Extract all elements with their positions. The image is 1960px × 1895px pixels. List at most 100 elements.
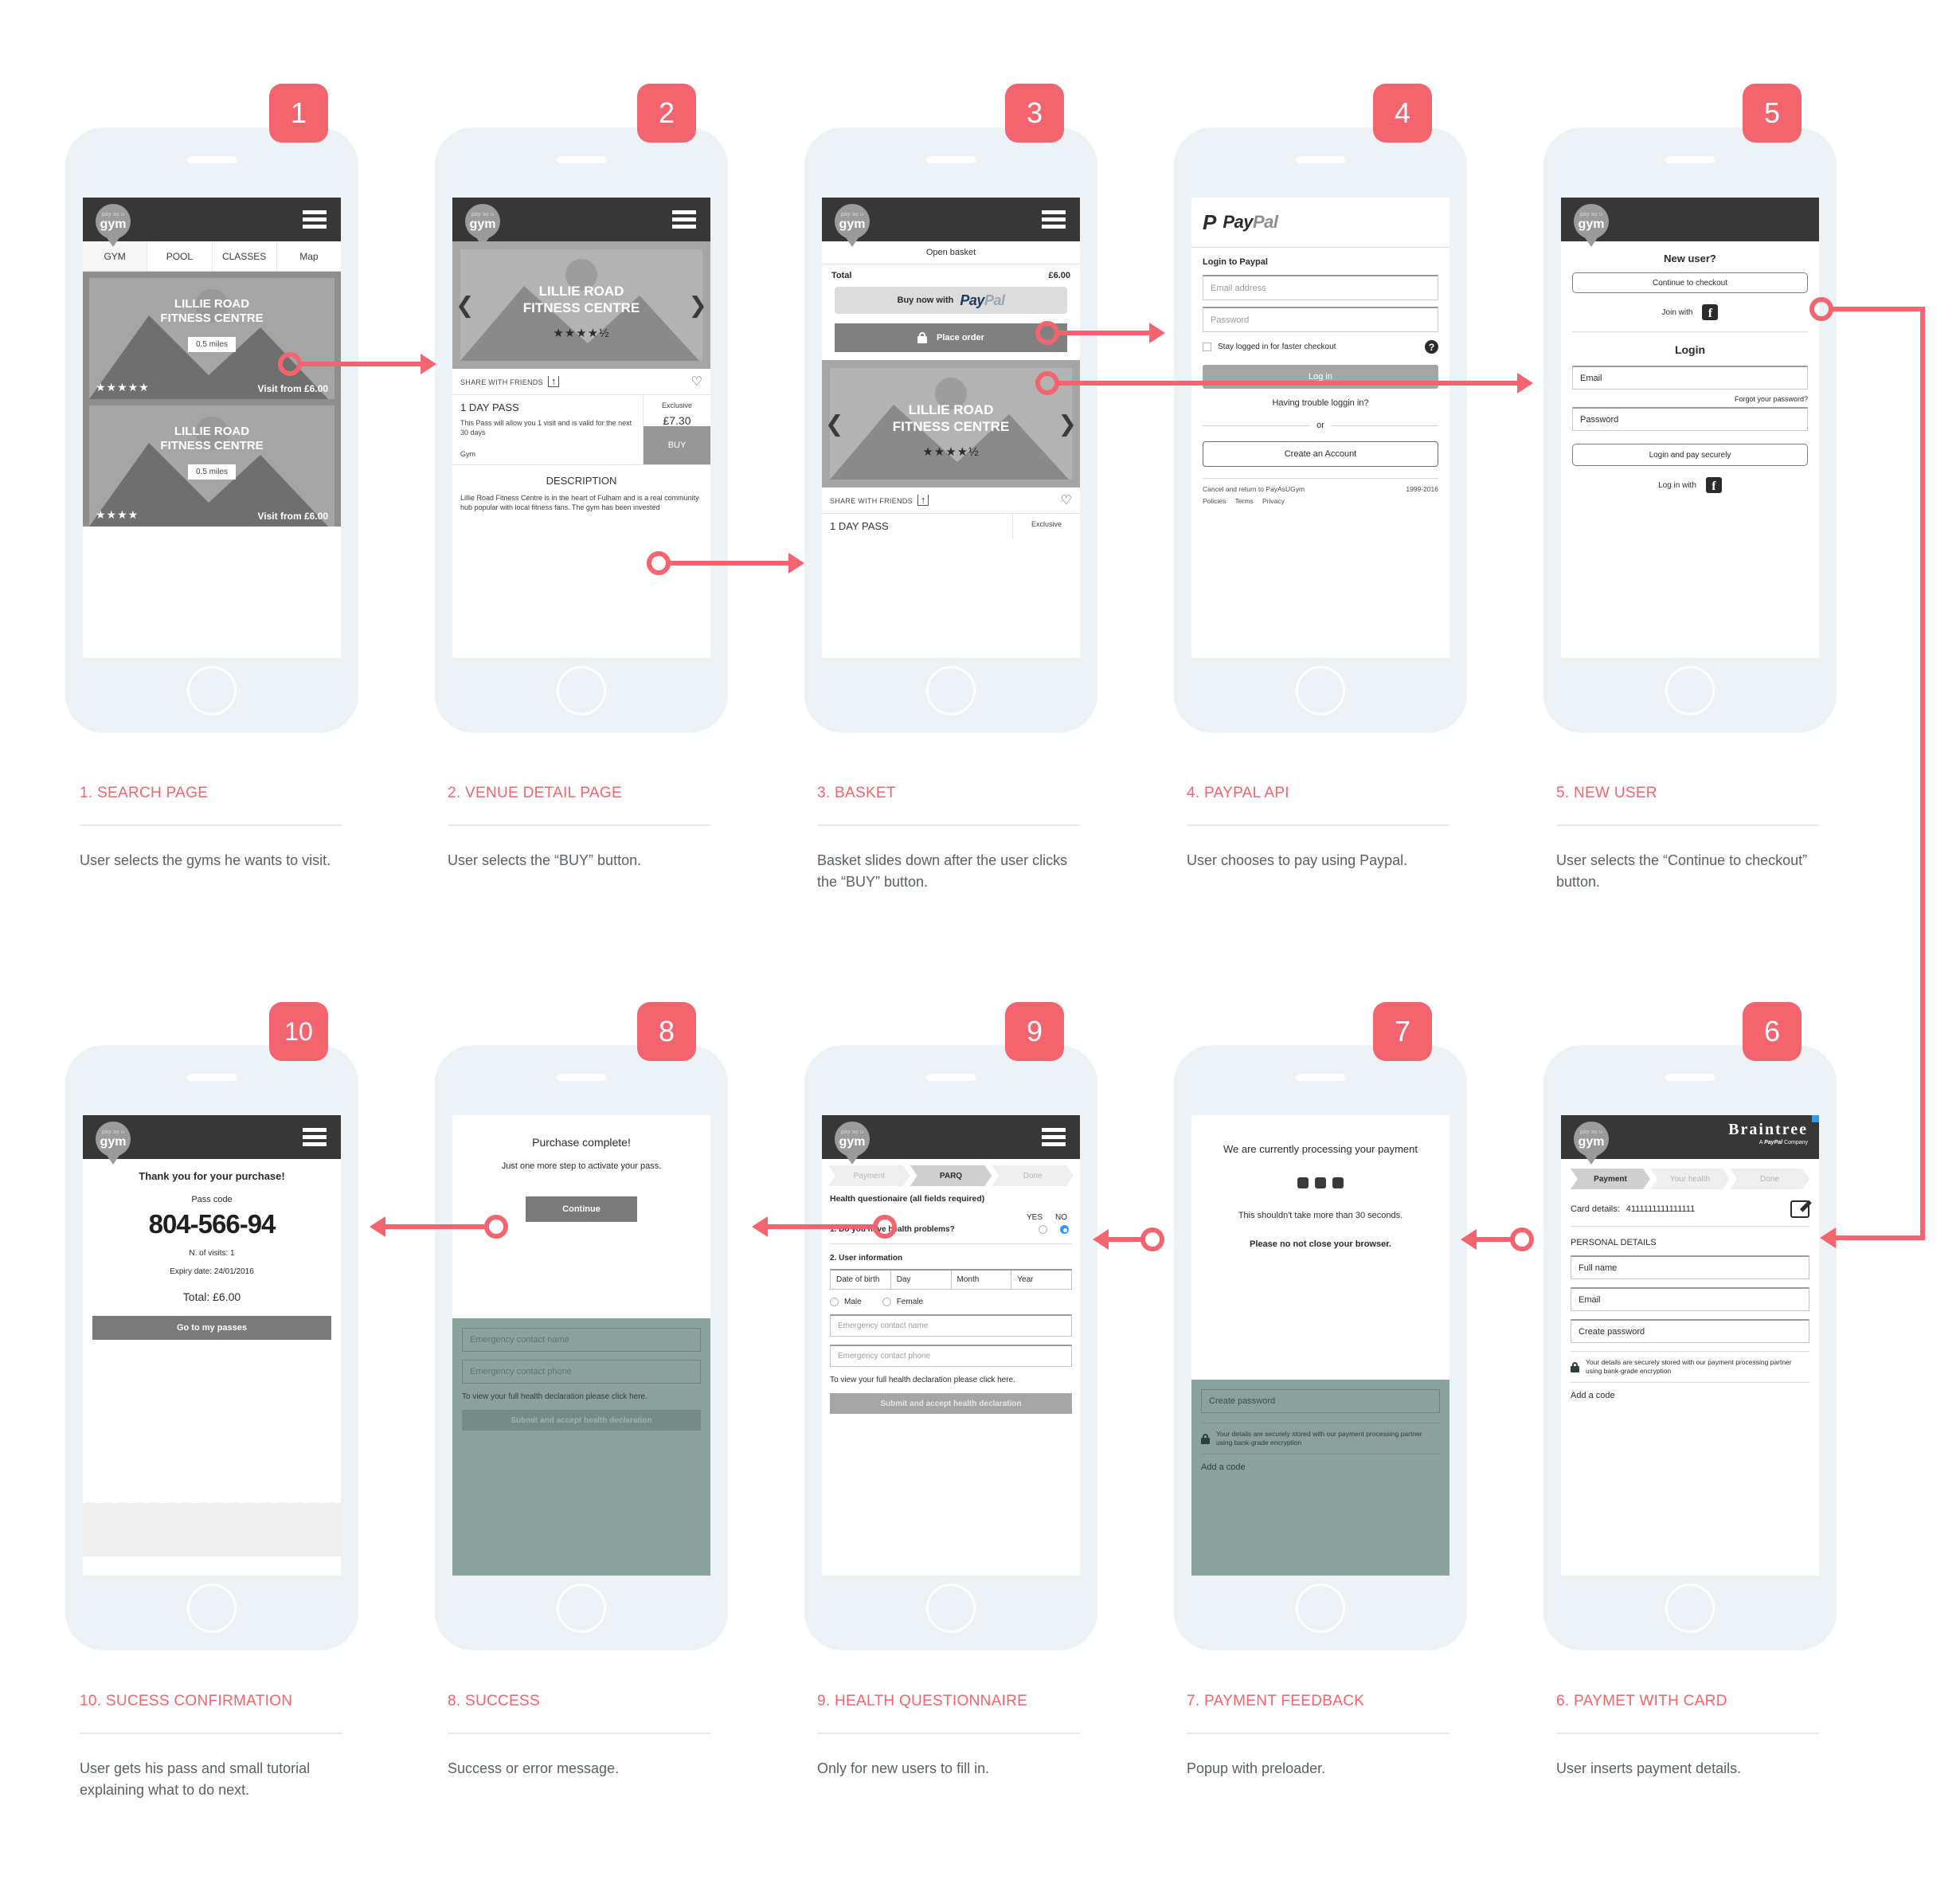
continue-to-checkout-button[interactable]: Continue to checkout [1572,272,1808,293]
venue-title-line2: FITNESS CENTRE [160,439,264,452]
phone-home-button [926,1584,976,1633]
question-1-no-radio[interactable] [1060,1225,1069,1234]
add-a-code-link[interactable]: Add a code [1201,1455,1440,1472]
carousel-prev-icon[interactable]: ❮ [825,411,843,437]
venue-card[interactable]: LILLIE ROAD FITNESS CENTRE 0.5 miles ★★★… [89,278,334,399]
tab-map[interactable]: Map [276,241,341,271]
emergency-contact-phone-field[interactable]: Emergency contact phone [830,1345,1072,1367]
rating-stars: ★★★★½ [922,445,980,459]
pass-code-label: Pass code [191,1195,233,1204]
expiry-date: Expiry date: 24/01/2016 [170,1267,254,1276]
dob-day-field[interactable]: Day [891,1271,952,1289]
hamburger-menu-icon[interactable] [303,1128,327,1146]
paypal-logo-icon: PayPal [960,292,1005,308]
caption-card-payment: 6. PAYMET WITH CARD User inserts payment… [1556,1693,1819,1779]
password-field[interactable]: Password [1572,407,1808,431]
facebook-icon[interactable]: f [1702,304,1719,320]
dob-year-field[interactable]: Year [1011,1271,1071,1289]
flow-connector-origin-place-order [1035,371,1059,395]
question-1-yes-radio[interactable] [1039,1225,1047,1234]
app-header: pay as u gym [452,198,710,247]
place-order-button[interactable]: Place order [835,323,1067,352]
password-field[interactable]: Password [1203,307,1438,332]
emergency-contact-name-field[interactable]: Emergency contact name [830,1314,1072,1337]
favourite-heart-icon[interactable]: ♡ [691,374,702,390]
wizard-step-done[interactable]: Done [992,1165,1074,1186]
gender-female-option[interactable]: Female [882,1298,923,1306]
yes-label: YES [1026,1213,1043,1222]
policies-link[interactable]: Policies [1203,497,1226,505]
flow-connector-origin-search [278,352,302,376]
create-password-field[interactable]: Create password [1201,1389,1440,1413]
share-row: SHARE WITH FRIENDS ↑ ♡ [822,487,1080,514]
payment-form-overlay: Create password Your details are securel… [1191,1380,1449,1576]
flow-arrow-8-to-10 [370,1216,385,1237]
stay-logged-in-checkbox[interactable] [1203,343,1211,351]
wizard-step-parq[interactable]: PARQ [910,1165,992,1186]
dob-month-field[interactable]: Month [952,1271,1012,1289]
hamburger-menu-icon[interactable] [1042,210,1066,229]
carousel-prev-icon[interactable]: ❮ [456,292,474,319]
wizard-step-payment[interactable]: Payment [1571,1169,1650,1189]
flow-line-7-to-9 [1107,1237,1142,1242]
privacy-link[interactable]: Privacy [1262,497,1285,505]
visit-price: Visit from £6.00 [257,511,329,522]
favourite-heart-icon[interactable]: ♡ [1061,492,1072,508]
submit-health-declaration-button[interactable]: Submit and accept health declaration [462,1410,701,1431]
terms-link[interactable]: Terms [1235,497,1254,505]
carousel-next-icon[interactable]: ❯ [689,292,707,319]
buy-now-with-paypal-button[interactable]: Buy now with PayPal [835,287,1067,314]
email-field[interactable]: Email address [1203,275,1438,300]
share-upload-icon[interactable]: ↑ [917,495,929,506]
login-and-pay-button[interactable]: Login and pay securely [1572,444,1808,466]
paypal-header: P PayPal [1191,198,1449,248]
full-name-field[interactable]: Full name [1571,1255,1809,1279]
basket-total-row: Total £6.00 [822,264,1080,284]
wizard-step-done[interactable]: Done [1730,1169,1809,1189]
hamburger-menu-icon[interactable] [303,210,327,229]
submit-health-declaration-button[interactable]: Submit and accept health declaration [830,1393,1072,1414]
create-password-field[interactable]: Create password [1571,1319,1809,1343]
total-label: Total [831,271,852,280]
dob-label: Date of birth [831,1271,891,1289]
email-field[interactable]: Email [1571,1287,1809,1311]
emergency-contact-phone-field[interactable]: Emergency contact phone [462,1360,701,1384]
gender-male-option[interactable]: Male [830,1298,862,1306]
screen-new-user: pay as u gym New user? Continue to checko… [1561,198,1819,658]
venue-card[interactable]: LILLIE ROAD FITNESS CENTRE 0.5 miles ★★★… [89,405,334,527]
create-account-button[interactable]: Create an Account [1203,441,1438,467]
cancel-return-link[interactable]: Cancel and return to PayAsUGym [1203,485,1305,493]
email-field[interactable]: Email [1572,366,1808,390]
share-upload-icon[interactable]: ↑ [547,376,560,387]
flow-connector-origin-buy [647,551,671,575]
screen-paypal-login: P PayPal Login to Paypal Email address P… [1191,198,1449,658]
emergency-contact-name-field[interactable]: Emergency contact name [462,1328,701,1352]
forgot-password-link[interactable]: Forgot your password? [1572,395,1808,403]
rating-stars: ★★★★ [96,508,139,521]
screen-success: Purchase complete! Just one more step to… [452,1115,710,1576]
caption-basket: 3. BASKET Basket slides down after the u… [817,785,1080,893]
buy-button[interactable]: BUY [644,426,710,464]
help-question-icon[interactable]: ? [1425,340,1438,354]
flow-arrow-9-to-8 [752,1216,768,1237]
yes-no-header: YES NO [830,1213,1072,1222]
phone-home-button [187,666,237,715]
carousel-next-icon[interactable]: ❯ [1058,411,1077,437]
trouble-logging-in-link[interactable]: Having trouble loggin in? [1203,398,1438,408]
facebook-icon[interactable]: f [1705,477,1722,493]
tab-pool[interactable]: POOL [147,241,213,271]
step-badge-8: 8 [637,1002,696,1061]
venue-title-line2: FITNESS CENTRE [892,419,1010,434]
hamburger-menu-icon[interactable] [672,210,696,229]
edit-pencil-icon[interactable] [1790,1200,1809,1218]
wizard-step-your-health[interactable]: Your health [1650,1169,1730,1189]
pass-title: 1 DAY PASS [460,401,519,413]
wizard-step-payment[interactable]: Payment [828,1165,910,1186]
add-a-code-link[interactable]: Add a code [1571,1383,1809,1400]
continue-button[interactable]: Continue [526,1196,637,1222]
go-to-my-passes-button[interactable]: Go to my passes [92,1316,331,1340]
tab-classes[interactable]: CLASSES [212,241,277,271]
hamburger-menu-icon[interactable] [1042,1128,1066,1146]
flow-arrow-2-to-3 [788,553,804,574]
pass-row: 1 DAY PASS This Pass will allow you 1 vi… [452,395,710,465]
